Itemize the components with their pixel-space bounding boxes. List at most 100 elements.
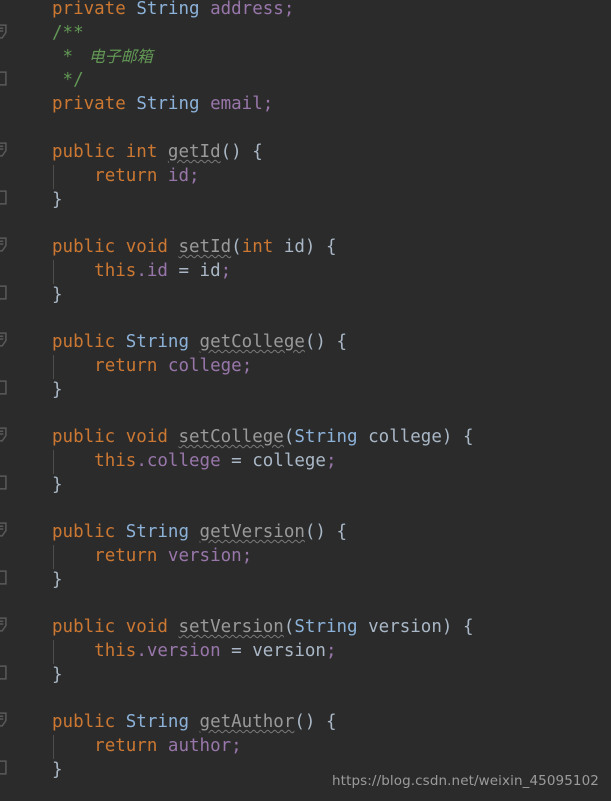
code-token: author: [167, 736, 232, 756]
code-token: (: [283, 427, 295, 447]
line-setversion-assign[interactable]: this.version = version;: [52, 640, 337, 664]
code-token: id: [167, 166, 189, 186]
code-token: email: [210, 94, 263, 114]
code-token: String: [125, 712, 189, 732]
code-token: (: [283, 617, 295, 637]
code-token: private: [52, 0, 126, 19]
code-token: String: [125, 522, 189, 542]
code-token: String: [294, 427, 358, 447]
code-token: () {: [304, 332, 348, 352]
line-setcollege-close[interactable]: }: [52, 474, 63, 498]
code-token: () {: [294, 712, 337, 732]
code-token: version: [167, 546, 242, 566]
line-getid-return[interactable]: return id;: [52, 165, 199, 189]
code-token: = id: [167, 261, 221, 281]
code-token: /**: [52, 23, 84, 43]
code-token: public: [52, 142, 116, 162]
line-setversion-close[interactable]: }: [52, 664, 63, 688]
line-getcollege-close[interactable]: }: [52, 379, 63, 403]
line-javadoc-body-email[interactable]: * 电子邮箱: [52, 45, 153, 69]
code-token: }: [52, 285, 63, 305]
line-getauthor-return[interactable]: return author;: [52, 735, 242, 759]
line-getauthor-signature[interactable]: public String getAuthor() {: [52, 711, 337, 735]
line-setid-signature[interactable]: public void setId(int id) {: [52, 236, 337, 260]
code-token: return: [94, 356, 158, 376]
line-getversion-signature[interactable]: public String getVersion() {: [52, 521, 347, 545]
line-javadoc-open[interactable]: /**: [52, 22, 84, 46]
code-token: getAuthor: [199, 712, 295, 732]
code-token: college) {: [357, 427, 474, 447]
code-token: ;: [262, 94, 274, 114]
code-token: getId: [167, 142, 221, 162]
line-getversion-return[interactable]: return version;: [52, 545, 252, 569]
line-setcollege-signature[interactable]: public void setCollege(String college) {: [52, 426, 474, 450]
line-javadoc-close[interactable]: */: [52, 69, 84, 93]
line-setid-close[interactable]: }: [52, 284, 63, 308]
code-token: void: [125, 427, 168, 447]
line-getcollege-return[interactable]: return college;: [52, 355, 252, 379]
code-text-area[interactable]: private String address;/** * 电子邮箱 */priv…: [0, 0, 611, 801]
code-token: void: [125, 237, 168, 257]
line-field-email[interactable]: private String email;: [52, 93, 273, 117]
code-token: public: [52, 617, 116, 637]
code-token: String: [136, 94, 200, 114]
line-getauthor-close[interactable]: }: [52, 759, 63, 783]
code-token: ;: [325, 641, 337, 661]
code-token: (: [231, 237, 242, 257]
code-token: return: [94, 546, 158, 566]
code-token: }: [52, 760, 63, 780]
code-token: ;: [283, 0, 295, 19]
code-token: college: [167, 356, 242, 376]
code-token: }: [52, 475, 63, 495]
code-token: 电子邮箱: [83, 47, 153, 66]
line-getversion-close[interactable]: }: [52, 569, 63, 593]
line-setversion-signature[interactable]: public void setVersion(String version) {: [52, 616, 474, 640]
code-token: void: [125, 617, 168, 637]
code-token: setCollege: [178, 427, 284, 447]
line-setid-assign[interactable]: this.id = id;: [52, 260, 231, 284]
code-token: *: [52, 47, 84, 67]
code-token: public: [52, 712, 116, 732]
line-setcollege-assign[interactable]: this.college = college;: [52, 450, 337, 474]
code-token: .id: [136, 261, 168, 281]
code-token: ;: [231, 736, 242, 756]
code-token: .college: [136, 451, 221, 471]
code-token: setId: [178, 237, 232, 257]
line-getid-signature[interactable]: public int getId() {: [52, 141, 263, 165]
code-editor[interactable]: private String address;/** * 电子邮箱 */priv…: [0, 0, 611, 801]
code-token: address: [210, 0, 284, 19]
line-getid-close[interactable]: }: [52, 189, 63, 213]
line-field-address[interactable]: private String address;: [52, 0, 294, 22]
code-token: }: [52, 570, 63, 590]
code-token: ;: [325, 451, 337, 471]
code-token: ;: [241, 546, 253, 566]
code-token: public: [52, 427, 116, 447]
code-token: ;: [220, 261, 232, 281]
code-token: int: [125, 142, 158, 162]
code-token: = college: [220, 451, 326, 471]
code-token: String: [125, 332, 189, 352]
code-token: getCollege: [199, 332, 305, 352]
code-token: */: [52, 70, 84, 90]
line-getcollege-signature[interactable]: public String getCollege() {: [52, 331, 347, 355]
